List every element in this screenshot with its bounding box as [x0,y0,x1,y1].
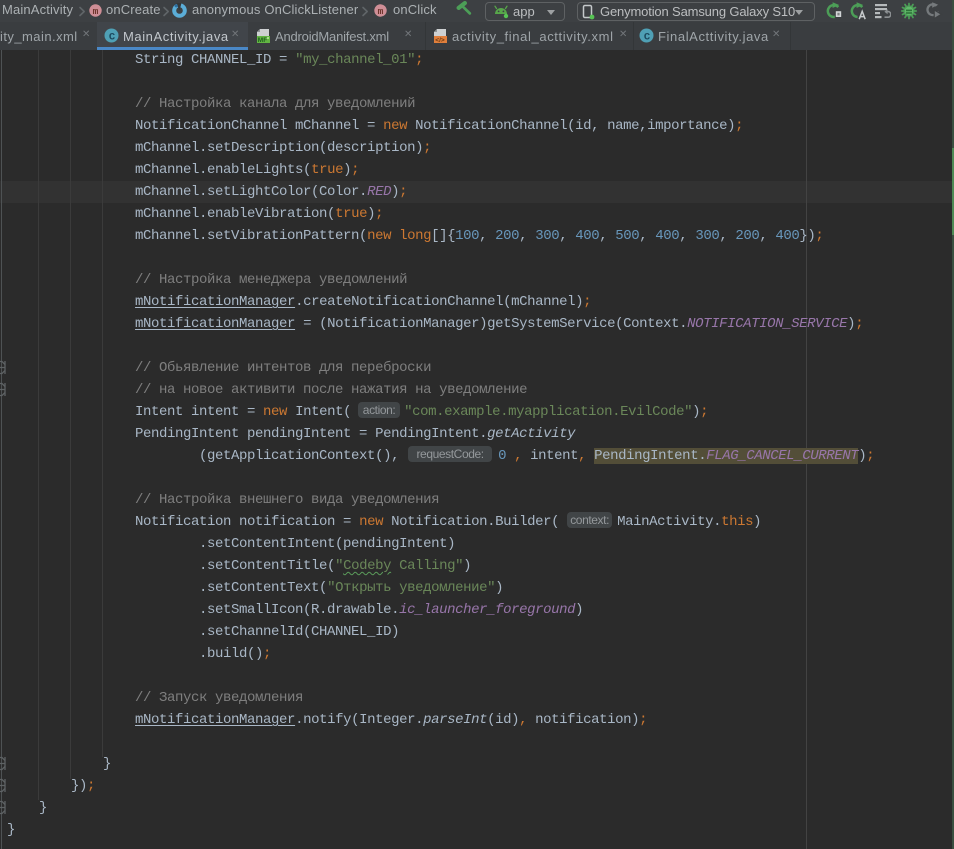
svg-text:m: m [377,6,383,17]
svg-text:C: C [644,31,651,43]
svg-text:MF: MF [258,37,267,43]
svg-text:</>: </> [435,37,445,43]
svg-text:C: C [109,31,116,43]
svg-text:m: m [92,6,98,17]
